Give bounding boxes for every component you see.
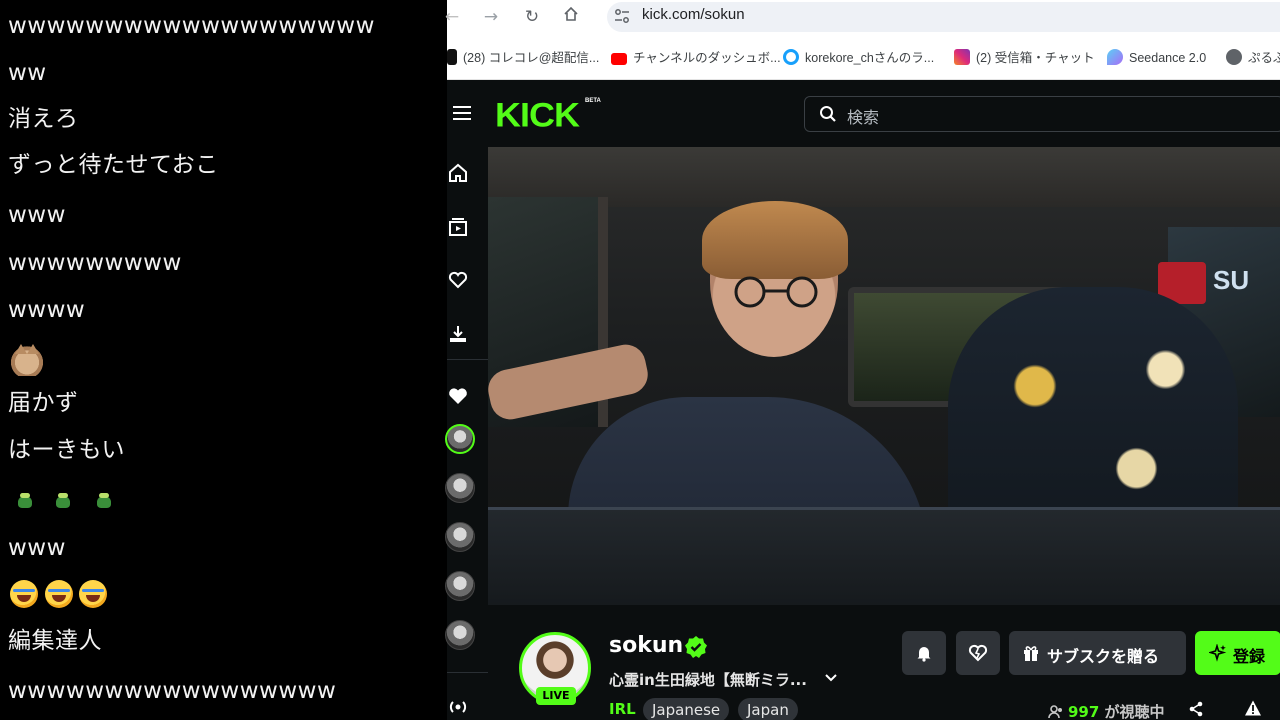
bookmark-label: チャンネルのダッシュボ... <box>633 51 781 65</box>
rofl-emoji-icon <box>10 580 38 608</box>
bell-icon <box>917 647 931 662</box>
browser-window: ← → ↻ kick.com/sokun (28) コレコレ@超配信... チャ… <box>445 0 1280 720</box>
search-placeholder: 検索 <box>847 108 880 127</box>
followed-channel-avatar[interactable] <box>445 522 475 552</box>
stream-title: 心霊in生田緑地【無断ミラ... <box>609 671 807 689</box>
viewer-number: 997 <box>1068 703 1100 720</box>
twitch-loader-icon <box>783 49 799 65</box>
notification-button[interactable] <box>902 631 946 675</box>
address-bar: ← → ↻ kick.com/sokun <box>445 0 1280 34</box>
chat-message: 消えろ <box>8 106 79 132</box>
bookmark-item[interactable]: ぷるぷ <box>1226 48 1280 68</box>
chat-message: 届かず <box>8 390 79 416</box>
channel-name[interactable]: sokun <box>609 633 683 658</box>
bookmark-label: korekore_chさんのラ... <box>805 51 935 65</box>
x-icon <box>447 49 457 65</box>
frog-emote-icon <box>97 493 111 508</box>
video-glasses <box>734 276 818 308</box>
video-player[interactable]: SU <box>488 147 1280 605</box>
unfollow-button[interactable] <box>956 631 1000 675</box>
reload-icon[interactable]: ↻ <box>521 6 543 28</box>
browse-icon[interactable] <box>447 216 469 238</box>
sidebar-divider <box>447 672 488 673</box>
home-icon[interactable] <box>560 6 582 28</box>
bookmark-label: Seedance 2.0 <box>1129 51 1207 65</box>
chat-message: ww <box>8 60 47 86</box>
screen: wwwwwwwwwwwwwwwwwww ww 消えろ ずっと待たせておこ www… <box>0 0 1280 720</box>
kick-header: KICK BETA 検索 <box>447 80 1280 147</box>
followed-channel-avatar[interactable] <box>445 473 475 503</box>
broken-heart-icon <box>968 644 988 662</box>
instagram-icon <box>954 49 970 65</box>
tag-chip[interactable]: Japan <box>738 698 798 720</box>
site-info-icon[interactable] <box>613 8 631 24</box>
chat-message: ずっと待たせておこ <box>8 152 219 178</box>
channel-info-bar: LIVE sokun 心霊in生田緑地【無断ミラ... IRL Japanese… <box>488 605 1280 720</box>
follow-label: 登録 <box>1233 647 1266 666</box>
search-input[interactable]: 検索 <box>804 96 1280 132</box>
bookmark-item[interactable]: (28) コレコレ@超配信... <box>447 48 599 68</box>
category-link[interactable]: IRL <box>609 700 636 718</box>
bookmark-label: (2) 受信箱・チャット <box>976 51 1095 65</box>
frog-emote-icon <box>18 493 32 508</box>
sidebar-divider <box>447 359 488 360</box>
menu-icon[interactable] <box>453 106 471 120</box>
video-streamer-hair <box>702 201 848 279</box>
chat-message: wwww <box>8 297 86 323</box>
beta-label: BETA <box>585 98 601 104</box>
chat-message: wwwwwwwww <box>8 250 182 276</box>
bookmark-label: (28) コレコレ@超配信... <box>463 51 600 65</box>
chat-message: wwwwwwwwwwwwwwwww <box>8 678 337 704</box>
viewer-suffix: が視聴中 <box>1104 703 1165 720</box>
chat-message: はーきもい <box>8 437 126 463</box>
back-arrow-icon[interactable]: ← <box>441 6 463 28</box>
frog-emote-icon <box>56 493 70 508</box>
rofl-emoji-icon <box>79 580 107 608</box>
sparkle-icon <box>1209 644 1227 662</box>
seedance-icon <box>1107 49 1123 65</box>
video-dashboard <box>488 507 1280 605</box>
gift-sub-label: サブスクを贈る <box>1047 647 1160 666</box>
bookmark-label: ぷるぷ <box>1248 51 1280 65</box>
viewers-icon <box>1048 705 1062 719</box>
tag-chip[interactable]: Japanese <box>643 698 730 720</box>
search-icon <box>820 106 836 122</box>
bookmark-item[interactable]: チャンネルのダッシュボ... <box>611 48 781 68</box>
gift-icon <box>1024 646 1038 661</box>
chat-message: www <box>8 535 66 561</box>
chat-message: www <box>8 202 66 228</box>
chat-message: 編集達人 <box>8 628 102 654</box>
rofl-emoji-icon <box>45 580 73 608</box>
chevron-down-icon[interactable] <box>822 669 840 687</box>
chat-message: wwwwwwwwwwwwwwwwwww <box>8 13 375 39</box>
viewer-count: 997 が視聴中 <box>1048 701 1165 720</box>
gift-sub-button[interactable]: サブスクを贈る <box>1009 631 1186 675</box>
live-badge: LIVE <box>536 687 576 705</box>
followed-channel-avatar[interactable] <box>445 571 475 601</box>
live-broadcast-icon[interactable] <box>447 696 469 718</box>
url-text: kick.com/sokun <box>642 6 745 23</box>
home-icon[interactable] <box>447 162 469 184</box>
bookmark-item[interactable]: Seedance 2.0 <box>1107 48 1206 68</box>
followed-channel-avatar[interactable] <box>445 620 475 650</box>
forward-arrow-icon[interactable]: → <box>480 6 502 28</box>
cat-emote-icon <box>10 342 44 376</box>
following-heart-icon[interactable] <box>447 269 469 291</box>
followed-channel-avatar[interactable] <box>445 424 475 454</box>
download-icon[interactable] <box>447 323 469 345</box>
kick-logo[interactable]: KICK <box>495 95 580 135</box>
sidebar <box>445 147 488 720</box>
verified-badge-icon <box>685 636 707 658</box>
share-icon[interactable] <box>1188 701 1204 717</box>
chat-overlay: wwwwwwwwwwwwwwwwwww ww 消えろ ずっと待たせておこ www… <box>0 0 447 720</box>
globe-icon <box>1226 49 1242 65</box>
video-sign-glyph: SU <box>1213 265 1250 295</box>
following-heart-filled-icon <box>449 388 467 404</box>
bookmark-item[interactable]: korekore_chさんのラ... <box>783 48 934 68</box>
follow-button[interactable]: 登録 <box>1195 631 1280 675</box>
report-warning-icon[interactable] <box>1244 699 1262 717</box>
bookmarks-bar: (28) コレコレ@超配信... チャンネルのダッシュボ... korekore… <box>447 34 1280 80</box>
bookmark-item[interactable]: (2) 受信箱・チャット <box>954 48 1095 68</box>
youtube-icon <box>611 53 627 65</box>
